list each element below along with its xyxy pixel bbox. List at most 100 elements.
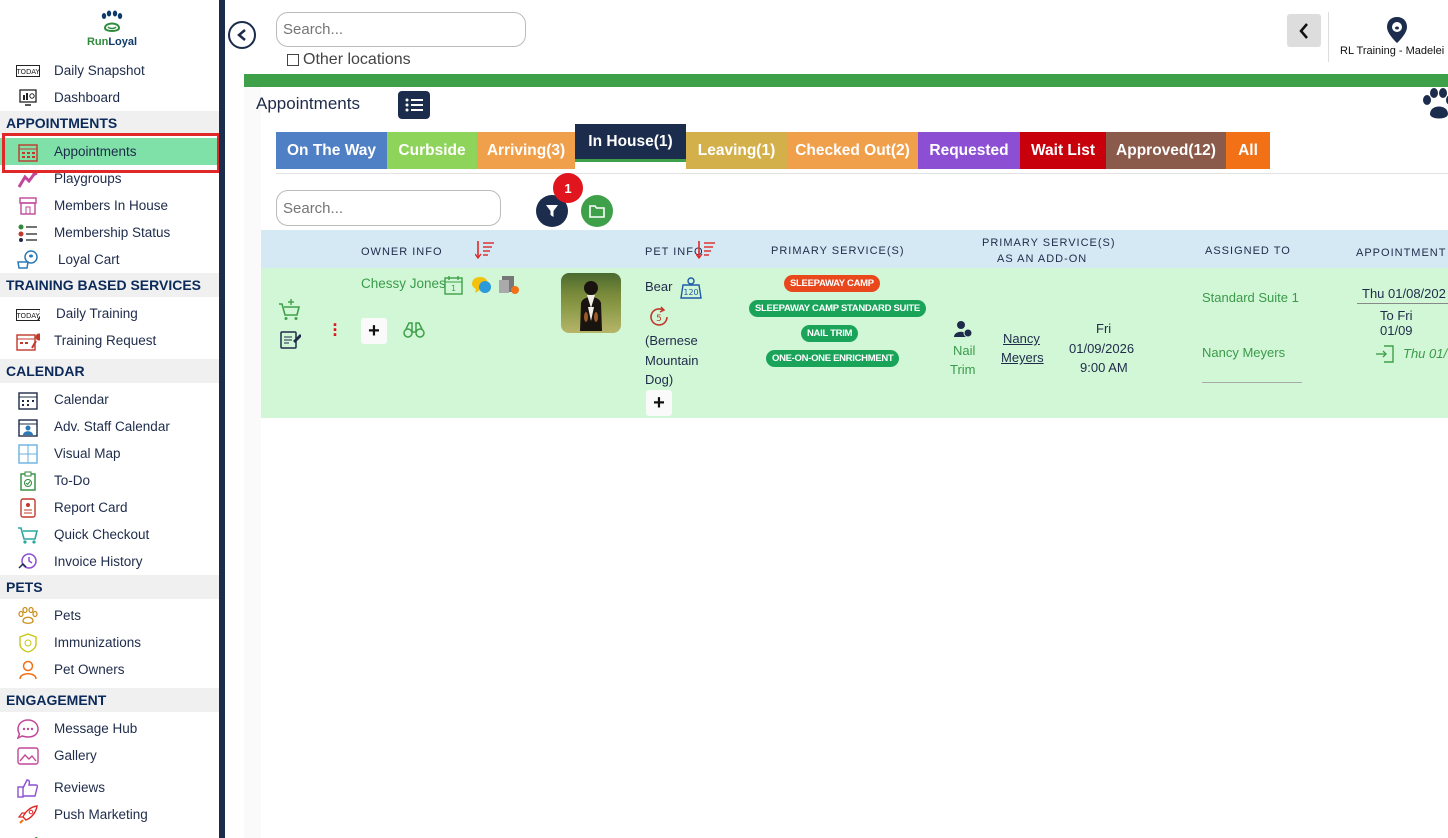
sidebar-item-dashboard[interactable]: Dashboard <box>0 84 219 111</box>
col-assigned-to: ASSIGNED TO <box>1205 245 1291 257</box>
sidebar-item-invoice-history[interactable]: Invoice History <box>0 548 219 575</box>
sidebar-item-pets[interactable]: Pets <box>0 602 219 629</box>
addon-service-line2: Trim <box>950 362 976 377</box>
pet-photo[interactable] <box>561 273 621 333</box>
more-options-icon[interactable]: ... <box>332 311 338 339</box>
sidebar-item-to-do[interactable]: To-Do <box>0 467 219 494</box>
section-pets: PETS <box>0 575 219 599</box>
chat-bubble-icon <box>16 718 40 740</box>
edit-note-icon[interactable] <box>279 328 301 350</box>
today-training-icon: TODAY <box>16 303 40 325</box>
add-pet-service-button[interactable]: + <box>646 390 672 416</box>
back-button[interactable] <box>1287 14 1321 47</box>
collapse-sidebar-button[interactable] <box>228 21 256 49</box>
cart-icon <box>16 524 40 546</box>
loyal-cart-icon <box>16 249 40 271</box>
sidebar-item-adv-staff-calendar[interactable]: Adv. Staff Calendar <box>0 413 219 440</box>
pet-name[interactable]: Bear <box>645 279 672 294</box>
today-calendar-icon: TODAY <box>16 60 40 82</box>
assigned-staff[interactable]: Nancy Meyers <box>1202 345 1285 360</box>
appointment-search-input[interactable] <box>276 190 501 226</box>
col-owner-info[interactable]: OWNER INFO <box>361 246 443 258</box>
sidebar-item-visual-map[interactable]: Visual Map <box>0 440 219 467</box>
sort-icon[interactable] <box>696 240 716 260</box>
tab-all[interactable]: All <box>1226 132 1270 169</box>
tab-curbside[interactable]: Curbside <box>387 132 477 169</box>
binoculars-icon[interactable] <box>403 321 425 339</box>
sidebar-item-daily-snapshot[interactable]: TODAY Daily Snapshot <box>0 57 219 84</box>
sidebar-item-push-marketing[interactable]: Push Marketing <box>0 801 219 828</box>
table-header: OWNER INFO PET INFO PRIMARY SERVICE(S) P… <box>261 230 1448 268</box>
sidebar-item-training-request[interactable]: Training Request <box>0 327 219 354</box>
list-view-button[interactable] <box>398 91 430 119</box>
paw-icon <box>16 605 40 627</box>
panel-top-bar <box>244 74 1448 87</box>
sidebar-item-message-hub[interactable]: Message Hub <box>0 715 219 742</box>
tab-leaving[interactable]: Leaving(1) <box>686 132 787 169</box>
paw-icon[interactable] <box>1422 88 1448 125</box>
calendar-one-icon[interactable]: 1 <box>444 275 464 295</box>
thumbs-up-icon <box>16 777 40 799</box>
document-icon[interactable] <box>498 275 520 295</box>
appointment-end: To Fri 01/09 <box>1380 308 1413 338</box>
rocket-icon <box>16 804 40 826</box>
sidebar-item-membership-status[interactable]: Membership Status <box>0 219 219 246</box>
other-locations-checkbox[interactable] <box>287 54 299 66</box>
brand-name: RunLoyal <box>86 36 138 48</box>
sidebar-item-reviews[interactable]: Reviews <box>0 774 219 801</box>
section-appointments: APPOINTMENTS <box>0 111 219 135</box>
sidebar-item-gallery[interactable]: Gallery <box>0 742 219 769</box>
sidebar-item-quick-checkout[interactable]: Quick Checkout <box>0 521 219 548</box>
house-store-icon <box>16 195 40 217</box>
location-name[interactable]: RL Training - Madelei <box>1340 45 1444 57</box>
tab-in-house[interactable]: In House(1) <box>575 124 686 162</box>
tab-wait-list[interactable]: Wait List <box>1020 132 1106 169</box>
trend-icon <box>16 831 40 838</box>
paw-logo-icon <box>101 10 123 32</box>
sort-icon[interactable] <box>475 240 495 260</box>
col-pet-info[interactable]: PET INFO <box>645 246 704 258</box>
sidebar-item-loyal-cart[interactable]: Loyal Cart <box>0 246 219 273</box>
appointment-start: Thu 01/08/202 <box>1362 286 1446 301</box>
add-button[interactable]: + <box>361 318 387 344</box>
filter-count-badge: 1 <box>553 173 583 203</box>
image-icon <box>16 745 40 767</box>
message-icon[interactable] <box>471 275 493 295</box>
tab-checked-out[interactable]: Checked Out(2) <box>787 132 918 169</box>
staff-info-icon[interactable] <box>954 320 972 338</box>
sidebar-item-calendar[interactable]: Calendar <box>0 386 219 413</box>
other-locations-toggle[interactable]: Other locations <box>287 51 411 69</box>
sidebar-item-more[interactable] <box>0 828 219 838</box>
runloyal-logo[interactable]: RunLoyal <box>82 10 142 48</box>
service-pill: SLEEPAWAY CAMP STANDARD SUITE <box>749 300 926 317</box>
tab-arriving[interactable]: Arriving(3) <box>477 132 575 169</box>
calendar-icon <box>16 389 40 411</box>
tab-approved[interactable]: Approved(12) <box>1106 132 1226 169</box>
tab-requested[interactable]: Requested <box>918 132 1020 169</box>
assigned-suite[interactable]: Standard Suite 1 <box>1202 290 1299 305</box>
sidebar-item-pet-owners[interactable]: Pet Owners <box>0 656 219 683</box>
chevron-left-icon <box>237 29 246 41</box>
sidebar: RunLoyal TODAY Daily Snapshot Dashboard … <box>0 0 219 838</box>
immunization-badge-icon <box>16 632 40 654</box>
svg-text:1: 1 <box>451 284 456 293</box>
section-calendar: CALENDAR <box>0 359 219 383</box>
sidebar-item-report-card[interactable]: Report Card <box>0 494 219 521</box>
main-content: Other locations RL Training - Madelei Ap… <box>225 0 1448 838</box>
weight-icon: 120 <box>680 277 702 299</box>
location-divider <box>1328 12 1329 62</box>
check-in-icon[interactable] <box>1375 344 1395 364</box>
tab-on-the-way[interactable]: On The Way <box>276 132 387 169</box>
global-search-input[interactable] <box>276 12 526 47</box>
service-pill: ONE-ON-ONE ENRICHMENT <box>766 350 900 367</box>
cart-add-icon[interactable] <box>278 299 302 321</box>
owner-name[interactable]: Chessy Jones <box>361 276 446 291</box>
addon-day: Fri <box>1096 321 1112 336</box>
folder-button[interactable] <box>581 195 613 227</box>
addon-staff-link[interactable]: Nancy <box>1003 331 1040 346</box>
sidebar-item-members-in-house[interactable]: Members In House <box>0 192 219 219</box>
sidebar-item-immunizations[interactable]: Immunizations <box>0 629 219 656</box>
addon-staff-link[interactable]: Meyers <box>1001 350 1044 365</box>
person-icon <box>16 659 40 681</box>
sidebar-item-daily-training[interactable]: TODAY Daily Training <box>0 300 219 327</box>
